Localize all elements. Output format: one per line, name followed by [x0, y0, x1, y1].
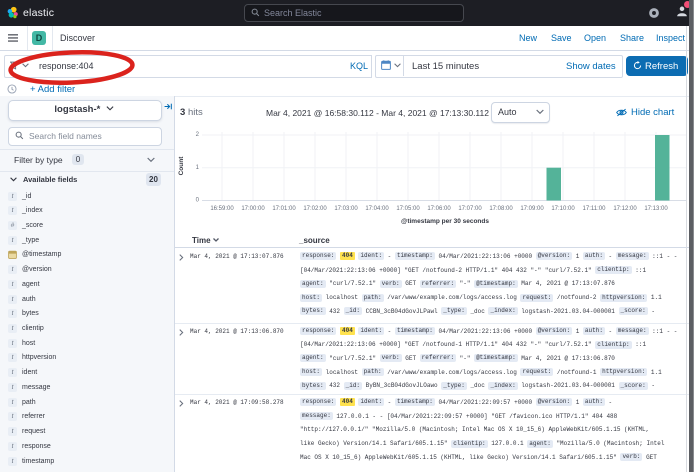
svg-text:2: 2 [196, 132, 200, 138]
svg-text:17:06:00: 17:06:00 [427, 206, 451, 212]
svg-text:17:05:00: 17:05:00 [396, 206, 420, 212]
svg-text:17:04:00: 17:04:00 [365, 206, 389, 212]
svg-text:17:01:00: 17:01:00 [272, 206, 296, 212]
svg-text:17:07:00: 17:07:00 [458, 206, 482, 212]
svg-text:17:11:00: 17:11:00 [583, 206, 607, 212]
svg-text:1: 1 [196, 165, 200, 171]
svg-text:17:09:00: 17:09:00 [520, 206, 544, 212]
svg-text:17:08:00: 17:08:00 [489, 206, 513, 212]
svg-text:17:13:00: 17:13:00 [644, 206, 668, 212]
svg-text:17:00:00: 17:00:00 [241, 206, 265, 212]
svg-text:Count: Count [178, 156, 185, 176]
svg-text:17:12:00: 17:12:00 [613, 206, 637, 212]
svg-text:@timestamp per 30 seconds: @timestamp per 30 seconds [401, 218, 489, 225]
svg-text:0: 0 [196, 198, 200, 204]
svg-text:17:10:00: 17:10:00 [551, 206, 575, 212]
svg-text:17:02:00: 17:02:00 [303, 206, 327, 212]
svg-text:17:03:00: 17:03:00 [334, 206, 358, 212]
svg-text:16:59:00: 16:59:00 [210, 206, 234, 212]
